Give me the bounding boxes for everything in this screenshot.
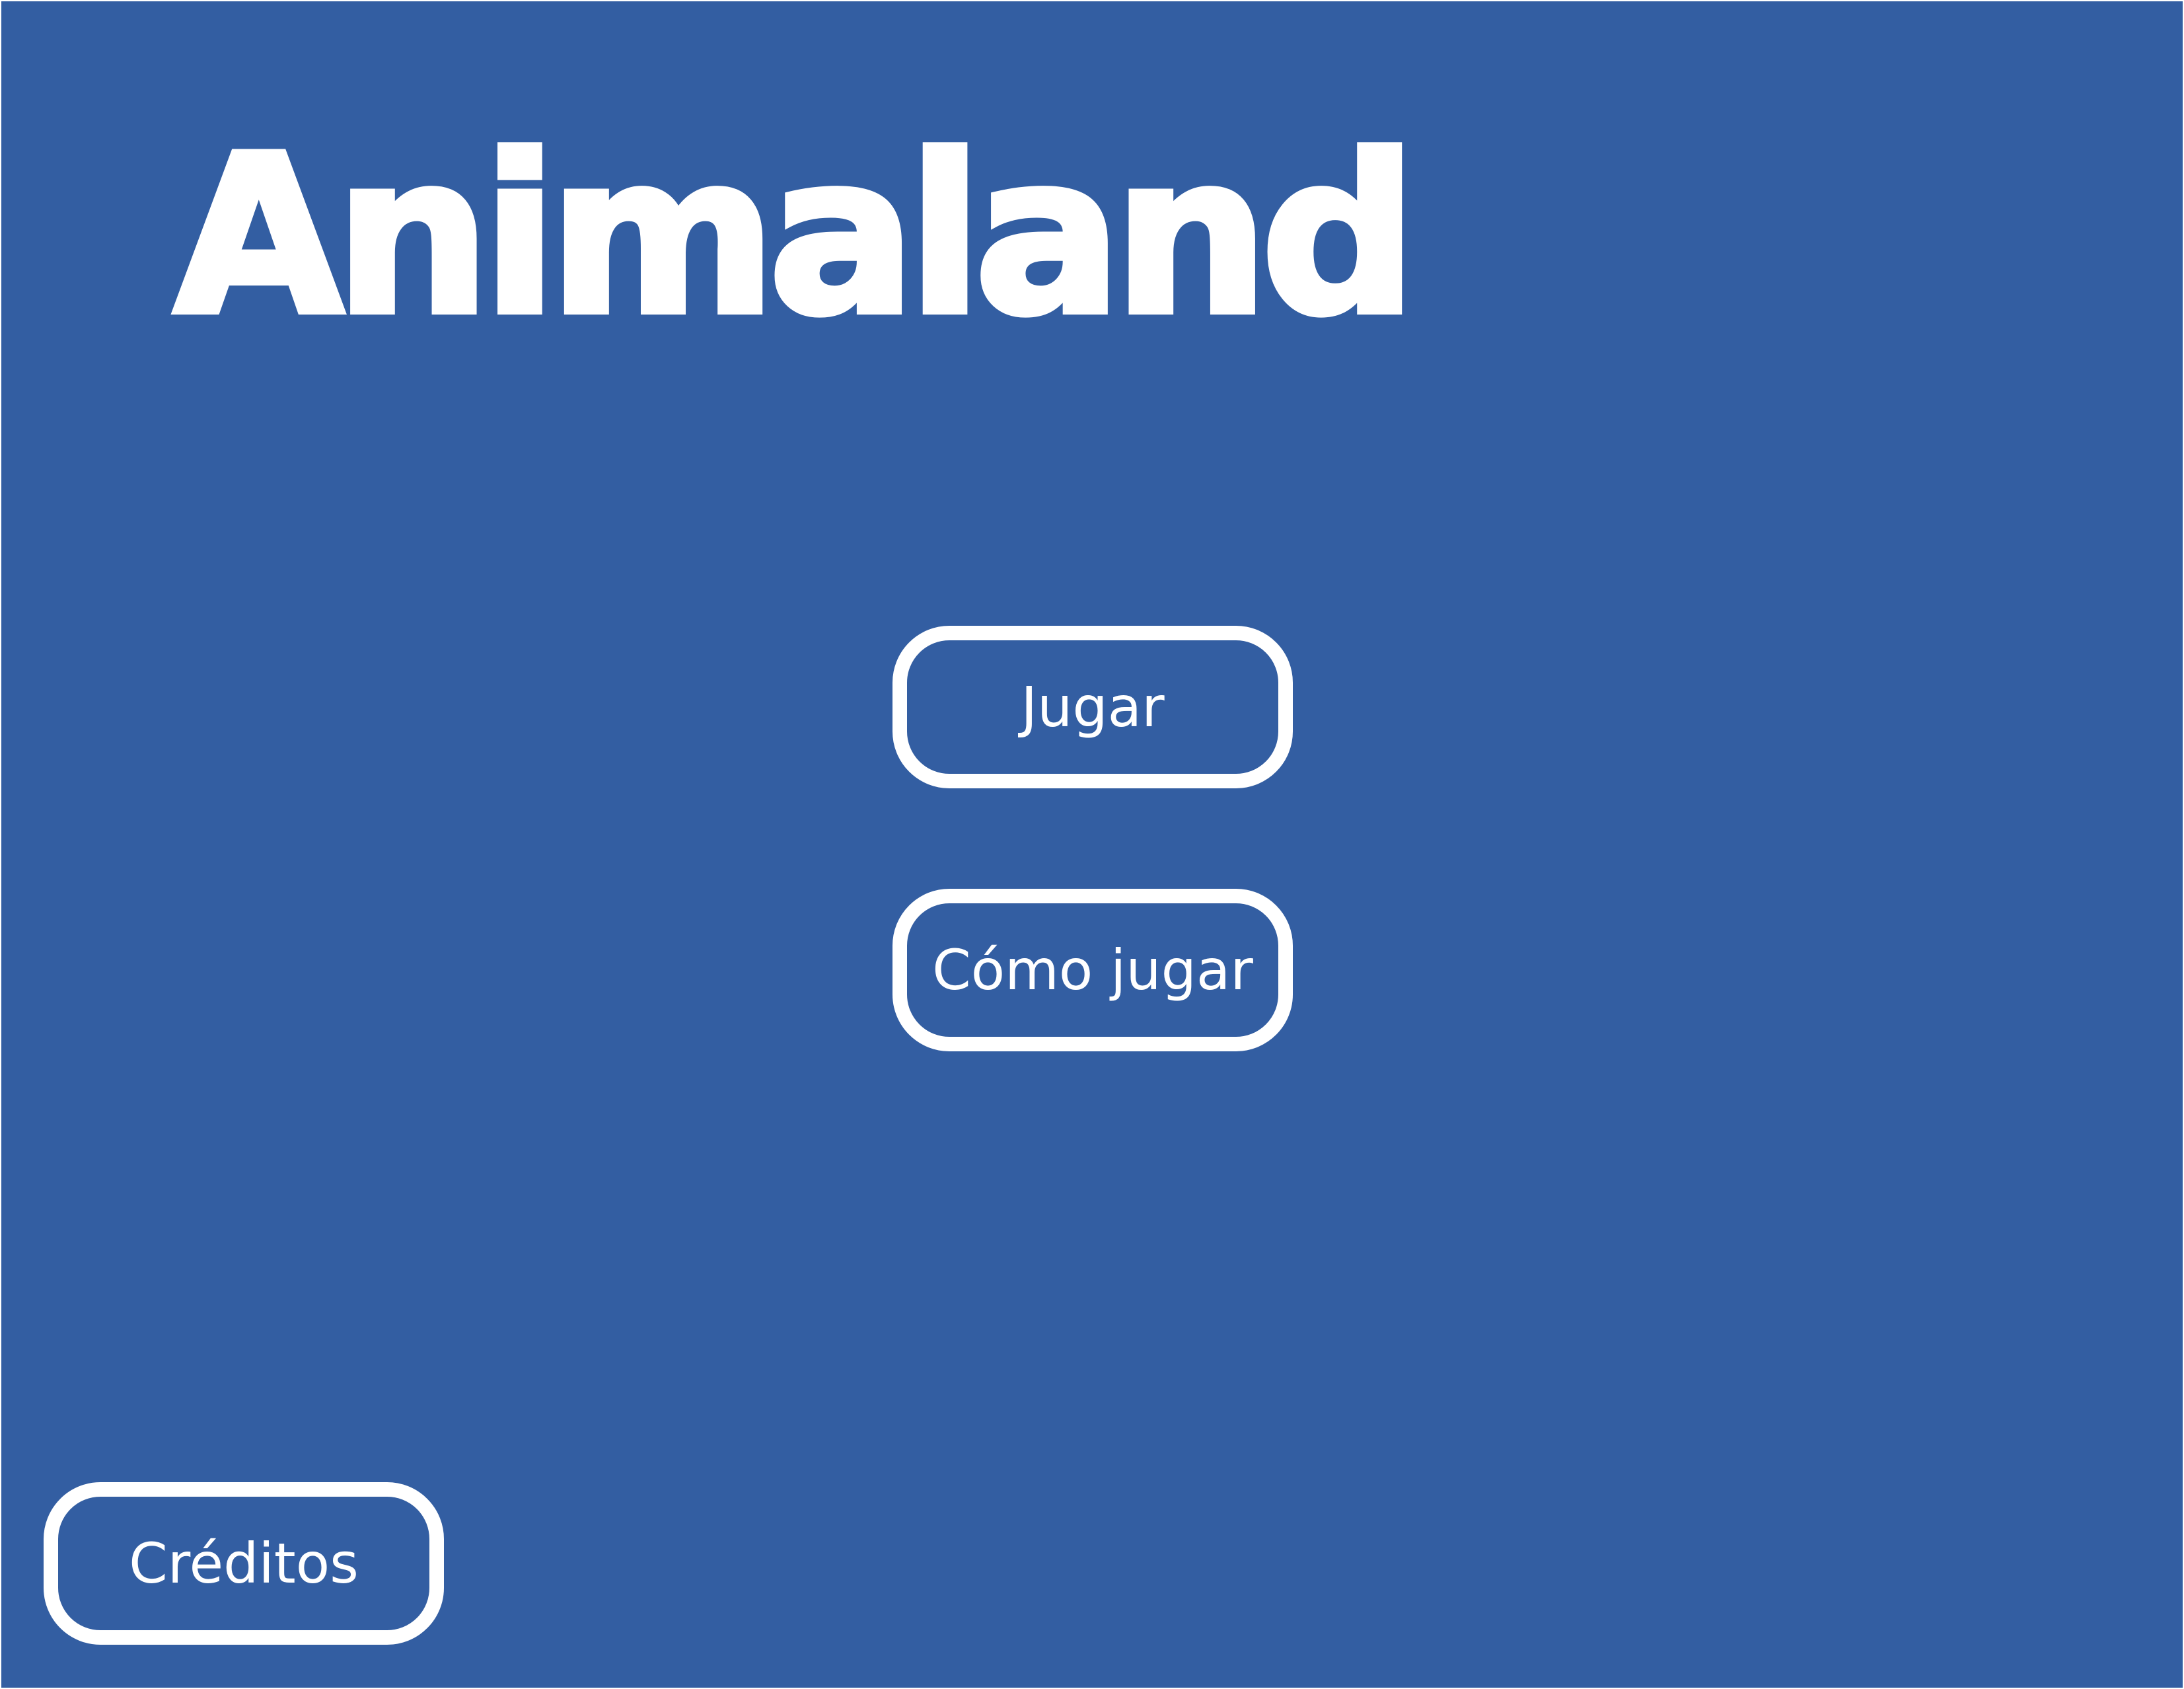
- credits-button[interactable]: Créditos: [44, 1482, 444, 1645]
- credits-button-label: Créditos: [129, 1531, 359, 1596]
- how-to-play-button[interactable]: Cómo jugar: [892, 889, 1293, 1051]
- how-to-play-button-label: Cómo jugar: [932, 938, 1253, 1002]
- play-button[interactable]: Jugar: [892, 626, 1293, 788]
- play-button-label: Jugar: [1021, 675, 1165, 739]
- main-menu-screen: Animaland Jugar Cómo jugar Créditos: [1, 1, 2183, 1688]
- game-title: Animaland: [171, 109, 1420, 363]
